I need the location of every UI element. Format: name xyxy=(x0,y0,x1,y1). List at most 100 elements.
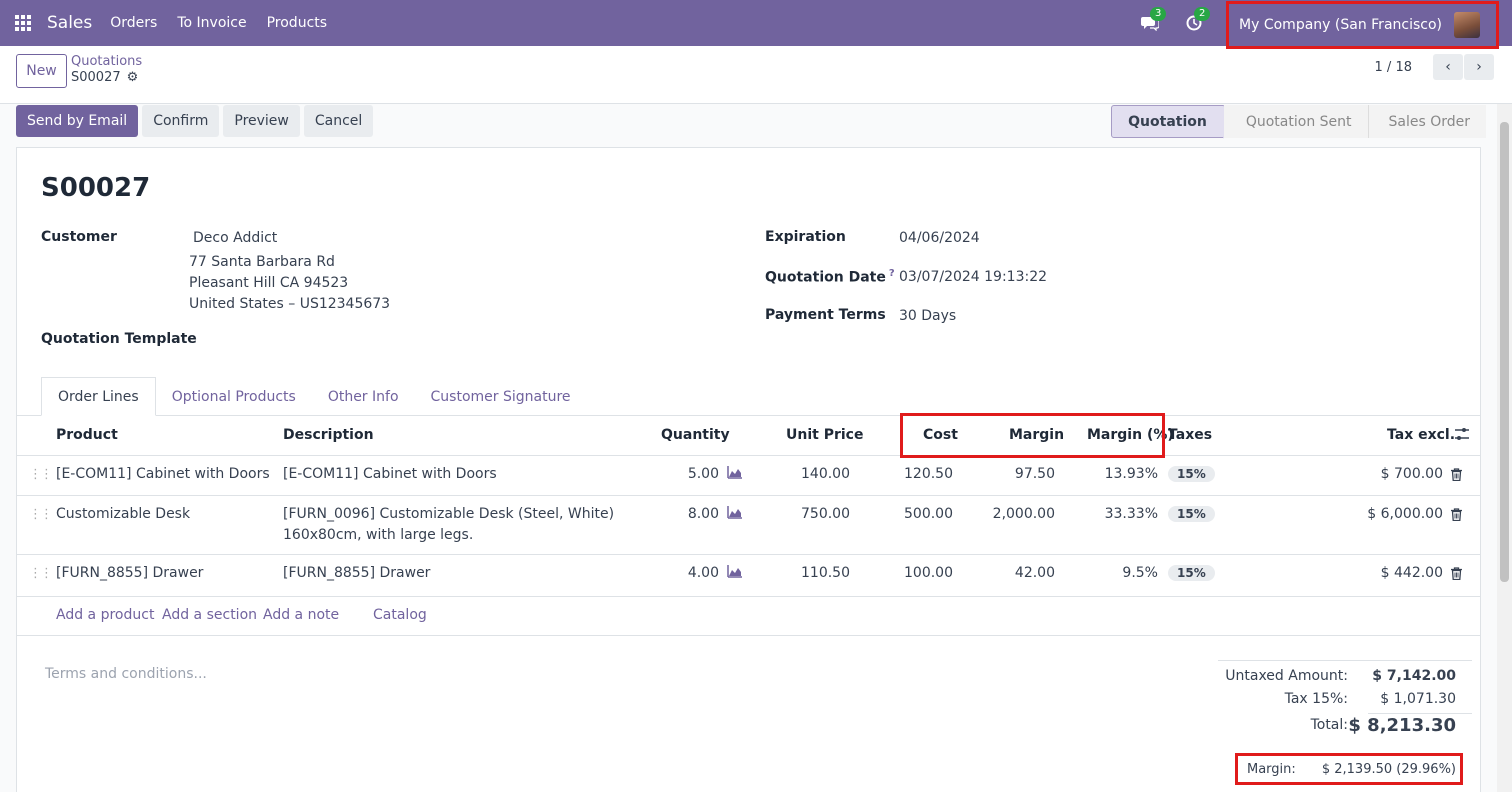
stage-quotation-sent[interactable]: Quotation Sent xyxy=(1223,105,1368,138)
row-margin: 2,000.00 xyxy=(992,506,1055,522)
cancel-button[interactable]: Cancel xyxy=(303,105,374,137)
tab-order-lines[interactable]: Order Lines xyxy=(41,377,156,416)
gear-icon[interactable]: ⚙ xyxy=(127,70,139,85)
row-product[interactable]: [FURN_8855] Drawer xyxy=(56,565,203,581)
table-row[interactable]: ⋮⋮ [FURN_8855] Drawer [FURN_8855] Drawer… xyxy=(17,555,1480,597)
preview-button[interactable]: Preview xyxy=(223,105,300,137)
control-panel: New Quotations S00027 ⚙ 1 / 18 ‹ › xyxy=(0,46,1512,104)
col-unit-price[interactable]: Unit Price xyxy=(786,427,863,443)
row-unit-price[interactable]: 140.00 xyxy=(757,466,850,482)
pager-previous-button[interactable]: ‹ xyxy=(1433,54,1463,80)
quotation-date-label: Quotation Date? xyxy=(765,268,895,286)
stage-quotation[interactable]: Quotation xyxy=(1111,105,1233,139)
messages-icon[interactable]: 3 xyxy=(1138,7,1167,35)
scrollbar[interactable] xyxy=(1497,104,1512,792)
breadcrumb-quotations[interactable]: Quotations xyxy=(71,54,142,69)
table-row[interactable]: ⋮⋮ Customizable Desk [FURN_0096] Customi… xyxy=(17,496,1480,555)
record-title: S00027 xyxy=(41,173,151,203)
drag-handle-icon[interactable]: ⋮⋮ xyxy=(29,467,53,482)
add-section-link[interactable]: Add a section xyxy=(162,607,257,623)
breadcrumb-current: S00027 ⚙ xyxy=(71,70,138,85)
drag-handle-icon[interactable]: ⋮⋮ xyxy=(29,507,53,522)
chevron-right-icon: › xyxy=(1476,59,1482,75)
col-taxes[interactable]: Taxes xyxy=(1168,427,1212,443)
row-unit-price[interactable]: 750.00 xyxy=(757,506,850,522)
app-name[interactable]: Sales xyxy=(47,13,92,33)
col-margin-pct[interactable]: Margin (%) xyxy=(1087,427,1174,443)
new-button[interactable]: New xyxy=(16,54,67,88)
quotation-date-label-text: Quotation Date xyxy=(765,269,886,286)
tab-other-info[interactable]: Other Info xyxy=(312,377,415,416)
row-quantity[interactable]: 5.00 xyxy=(637,466,719,482)
pager-next-button[interactable]: › xyxy=(1464,54,1494,80)
menu-orders[interactable]: Orders xyxy=(110,15,157,31)
col-margin[interactable]: Margin xyxy=(1009,427,1064,443)
status-bar: Quotation Quotation Sent Sales Order xyxy=(1111,105,1486,139)
customer-name-field[interactable]: Deco Addict xyxy=(193,230,277,246)
send-by-email-button[interactable]: Send by Email xyxy=(16,105,139,137)
col-quantity[interactable]: Quantity xyxy=(661,427,730,443)
drag-handle-icon[interactable]: ⋮⋮ xyxy=(29,566,53,581)
row-tax-badge[interactable]: 15% xyxy=(1168,466,1215,482)
row-description-line2[interactable]: 160x80cm, with large legs. xyxy=(283,527,473,543)
row-quantity[interactable]: 4.00 xyxy=(637,565,719,581)
messages-count-badge: 3 xyxy=(1150,7,1167,21)
forecast-chart-icon[interactable] xyxy=(727,564,743,582)
totals-summary: Untaxed Amount: $ 7,142.00 Tax 15%: $ 1,… xyxy=(1218,660,1472,777)
row-quantity[interactable]: 8.00 xyxy=(637,506,719,522)
table-row[interactable]: ⋮⋮ [E-COM11] Cabinet with Doors [E-COM11… xyxy=(17,456,1480,496)
menu-products[interactable]: Products xyxy=(267,15,327,31)
row-margin-pct: 13.93% xyxy=(1104,466,1158,482)
activities-clock-icon[interactable]: 2 xyxy=(1182,7,1211,35)
pager-value[interactable]: 1 / 18 xyxy=(1375,60,1412,75)
row-description[interactable]: [E-COM11] Cabinet with Doors xyxy=(283,466,497,482)
untaxed-amount-label: Untaxed Amount: xyxy=(1225,668,1348,684)
tab-optional-products[interactable]: Optional Products xyxy=(156,377,312,416)
menu-to-invoice[interactable]: To Invoice xyxy=(177,15,246,31)
apps-menu-icon[interactable] xyxy=(0,0,46,46)
trash-icon[interactable] xyxy=(1451,468,1462,485)
row-cost: 100.00 xyxy=(904,565,953,581)
row-product[interactable]: Customizable Desk xyxy=(56,506,190,522)
trash-icon[interactable] xyxy=(1451,508,1462,525)
user-avatar[interactable] xyxy=(1454,12,1480,38)
row-tax-badge[interactable]: 15% xyxy=(1168,565,1215,581)
margin-total-label: Margin: xyxy=(1247,762,1296,777)
breadcrumb-current-label: S00027 xyxy=(71,70,121,85)
tab-customer-signature[interactable]: Customer Signature xyxy=(415,377,587,416)
row-description[interactable]: [FURN_8855] Drawer xyxy=(283,565,430,581)
expiration-field[interactable]: 04/06/2024 xyxy=(899,230,980,246)
quotation-template-label: Quotation Template xyxy=(41,331,197,347)
tax-label: Tax 15%: xyxy=(1284,691,1348,707)
row-product[interactable]: [E-COM11] Cabinet with Doors xyxy=(56,466,270,482)
row-tax-badge[interactable]: 15% xyxy=(1168,506,1215,522)
forecast-chart-icon[interactable] xyxy=(727,465,743,483)
row-cost: 500.00 xyxy=(904,506,953,522)
col-product[interactable]: Product xyxy=(56,427,118,443)
add-product-link[interactable]: Add a product xyxy=(56,607,154,623)
activities-count-badge: 2 xyxy=(1194,7,1211,21)
forecast-chart-icon[interactable] xyxy=(727,505,743,523)
form-sheet: S00027 Customer Deco Addict 77 Santa Bar… xyxy=(16,147,1481,792)
row-unit-price[interactable]: 110.50 xyxy=(757,565,850,581)
untaxed-amount-value: $ 7,142.00 xyxy=(1372,668,1456,684)
catalog-link[interactable]: Catalog xyxy=(373,607,427,623)
terms-and-conditions-input[interactable]: Terms and conditions... xyxy=(45,666,207,682)
customer-address-line1: 77 Santa Barbara Rd xyxy=(189,254,335,270)
add-note-link[interactable]: Add a note xyxy=(263,607,339,623)
col-description[interactable]: Description xyxy=(283,427,374,443)
quotation-date-field[interactable]: 03/07/2024 19:13:22 xyxy=(899,269,1047,285)
stage-sales-order[interactable]: Sales Order xyxy=(1367,105,1486,138)
total-label: Total: xyxy=(1310,717,1348,733)
confirm-button[interactable]: Confirm xyxy=(142,105,220,137)
scrollbar-thumb[interactable] xyxy=(1500,122,1509,582)
trash-icon[interactable] xyxy=(1451,567,1462,584)
col-tax-excl[interactable]: Tax excl. xyxy=(1387,427,1455,443)
help-tooltip-icon[interactable]: ? xyxy=(889,268,895,279)
col-cost[interactable]: Cost xyxy=(923,427,958,443)
company-switcher[interactable]: My Company (San Francisco) xyxy=(1226,1,1499,49)
order-lines-header: Product Description Quantity Unit Price … xyxy=(17,416,1480,456)
row-description[interactable]: [FURN_0096] Customizable Desk (Steel, Wh… xyxy=(283,506,614,522)
column-settings-icon[interactable] xyxy=(1454,426,1470,446)
payment-terms-field[interactable]: 30 Days xyxy=(899,308,956,324)
